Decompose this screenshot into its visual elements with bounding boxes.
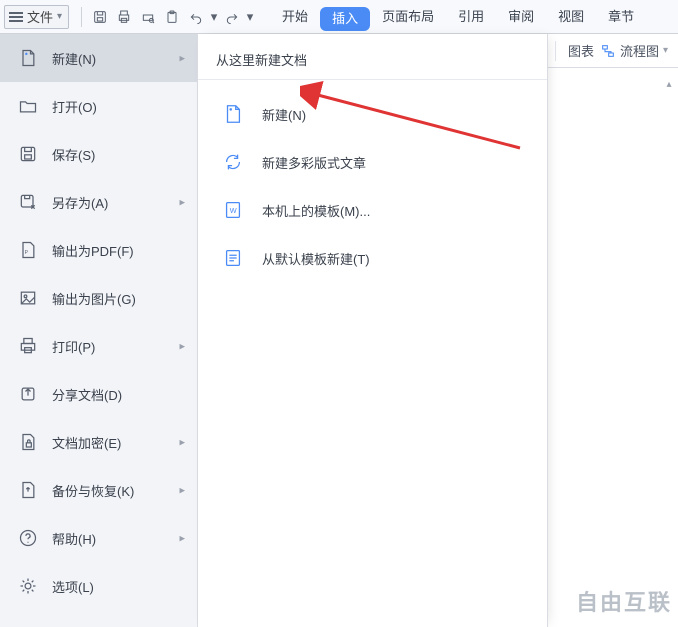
tab-references[interactable]: 引用 xyxy=(446,0,496,34)
chevron-right-icon: ▸ xyxy=(179,436,185,449)
file-item-label: 文档加密(E) xyxy=(52,433,121,452)
sub-item-local-templates[interactable]: W 本机上的模板(M)... xyxy=(198,186,547,234)
print-quick-button[interactable] xyxy=(112,5,136,29)
tab-view[interactable]: 视图 xyxy=(546,0,596,34)
file-item-save[interactable]: 保存(S) xyxy=(0,130,197,178)
svg-text:W: W xyxy=(230,206,237,215)
file-item-label: 打印(P) xyxy=(52,337,95,356)
save-icon xyxy=(92,9,108,25)
tab-page-layout[interactable]: 页面布局 xyxy=(370,0,446,34)
sub-panel-title: 从这里新建文档 xyxy=(198,34,547,79)
clipboard-icon xyxy=(164,9,180,25)
new-doc-icon xyxy=(18,48,38,68)
ribbon-chart-label: 图表 xyxy=(568,41,594,60)
file-item-encrypt[interactable]: 文档加密(E) ▸ xyxy=(0,418,197,466)
flowchart-icon xyxy=(600,43,616,59)
chevron-right-icon: ▸ xyxy=(179,196,185,209)
sub-item-default-template[interactable]: 从默认模板新建(T) xyxy=(198,234,547,282)
file-item-label: 打开(O) xyxy=(52,97,97,116)
folder-open-icon xyxy=(18,96,38,116)
sub-item-label: 本机上的模板(M)... xyxy=(262,201,370,220)
hamburger-icon xyxy=(9,12,23,22)
sub-item-new-colorful[interactable]: 新建多彩版式文章 xyxy=(198,138,547,186)
help-icon xyxy=(18,528,38,548)
gear-icon xyxy=(18,576,38,596)
file-item-export-image[interactable]: 输出为图片(G) xyxy=(0,274,197,322)
file-item-new[interactable]: 新建(N) ▸ xyxy=(0,34,197,82)
chevron-down-icon: ▾ xyxy=(663,45,668,56)
image-export-icon xyxy=(18,288,38,308)
paste-quick-button[interactable] xyxy=(160,5,184,29)
new-doc-icon xyxy=(222,103,244,125)
ribbon-flowchart-label: 流程图 xyxy=(620,41,659,60)
chevron-down-icon: ▾ xyxy=(57,11,62,22)
tab-review[interactable]: 审阅 xyxy=(496,0,546,34)
undo-button[interactable] xyxy=(184,5,208,29)
file-menu-button[interactable]: 文件 ▾ xyxy=(4,5,69,29)
ribbon-flowchart-button[interactable]: 流程图 ▾ xyxy=(600,41,668,60)
sub-item-label: 新建多彩版式文章 xyxy=(262,153,366,172)
print-preview-icon xyxy=(140,9,156,25)
file-item-label: 备份与恢复(K) xyxy=(52,481,134,500)
file-item-label: 保存(S) xyxy=(52,145,95,164)
file-item-backup[interactable]: 备份与恢复(K) ▸ xyxy=(0,466,197,514)
refresh-doc-icon xyxy=(222,151,244,173)
file-item-label: 帮助(H) xyxy=(52,529,96,548)
sub-item-label: 从默认模板新建(T) xyxy=(262,249,370,268)
print-icon xyxy=(18,336,38,356)
file-item-label: 新建(N) xyxy=(52,49,96,68)
svg-text:P: P xyxy=(25,250,29,256)
file-item-share[interactable]: 分享文档(D) xyxy=(0,370,197,418)
chevron-right-icon: ▸ xyxy=(179,484,185,497)
chevron-right-icon: ▸ xyxy=(179,52,185,65)
file-item-help[interactable]: 帮助(H) ▸ xyxy=(0,514,197,562)
file-item-label: 输出为PDF(F) xyxy=(52,241,134,260)
tab-sections[interactable]: 章节 xyxy=(596,0,646,34)
toolbar-more-dropdown[interactable]: ▾ xyxy=(244,5,256,29)
file-item-label: 选项(L) xyxy=(52,577,94,596)
undo-dropdown[interactable]: ▾ xyxy=(208,5,220,29)
share-icon xyxy=(18,384,38,404)
pdf-icon: P xyxy=(18,240,38,260)
chevron-right-icon: ▸ xyxy=(179,532,185,545)
vertical-scrollbar[interactable]: ▴ xyxy=(662,78,676,617)
new-document-sub-panel: 从这里新建文档 新建(N) 新建多彩版式文章 W 本机上的模板(M)... 从默… xyxy=(198,34,548,627)
lock-doc-icon xyxy=(18,432,38,452)
file-item-print[interactable]: 打印(P) ▸ xyxy=(0,322,197,370)
file-item-label: 输出为图片(G) xyxy=(52,289,136,308)
sub-item-new-blank[interactable]: 新建(N) xyxy=(198,90,547,138)
file-menu-label: 文件 xyxy=(27,7,53,26)
print-quick-icon xyxy=(116,9,132,25)
file-item-options[interactable]: 选项(L) xyxy=(0,562,197,610)
separator xyxy=(81,7,82,27)
ribbon-chart-button-partial[interactable]: 图表 xyxy=(568,41,594,60)
file-item-label: 另存为(A) xyxy=(52,193,108,212)
ribbon-tabs: 开始 插入 页面布局 引用 审阅 视图 章节 xyxy=(270,0,646,34)
template-default-icon xyxy=(222,247,244,269)
scroll-up-icon[interactable]: ▴ xyxy=(662,78,676,92)
redo-button[interactable] xyxy=(220,5,244,29)
file-item-label: 分享文档(D) xyxy=(52,385,122,404)
tab-start[interactable]: 开始 xyxy=(270,0,320,34)
separator xyxy=(198,79,547,80)
sub-item-label: 新建(N) xyxy=(262,105,306,124)
save-quick-button[interactable] xyxy=(88,5,112,29)
chevron-right-icon: ▸ xyxy=(179,340,185,353)
file-menu-panel: 新建(N) ▸ 打开(O) 保存(S) 另存为(A) ▸ P 输出为PDF(F)… xyxy=(0,34,198,627)
redo-icon xyxy=(224,9,240,25)
undo-icon xyxy=(188,9,204,25)
watermark-text: 自由互联 xyxy=(576,585,672,617)
title-toolbar: 文件 ▾ ▾ ▾ 开始 插入 页面布局 引用 审阅 视图 章节 xyxy=(0,0,678,34)
tab-insert[interactable]: 插入 xyxy=(320,7,370,31)
file-item-save-as[interactable]: 另存为(A) ▸ xyxy=(0,178,197,226)
save-as-icon xyxy=(18,192,38,212)
file-item-export-pdf[interactable]: P 输出为PDF(F) xyxy=(0,226,197,274)
document-area: ▴ xyxy=(548,68,678,627)
file-item-open[interactable]: 打开(O) xyxy=(0,82,197,130)
separator xyxy=(555,41,556,61)
save-icon xyxy=(18,144,38,164)
template-local-icon: W xyxy=(222,199,244,221)
print-preview-button[interactable] xyxy=(136,5,160,29)
backup-icon xyxy=(18,480,38,500)
